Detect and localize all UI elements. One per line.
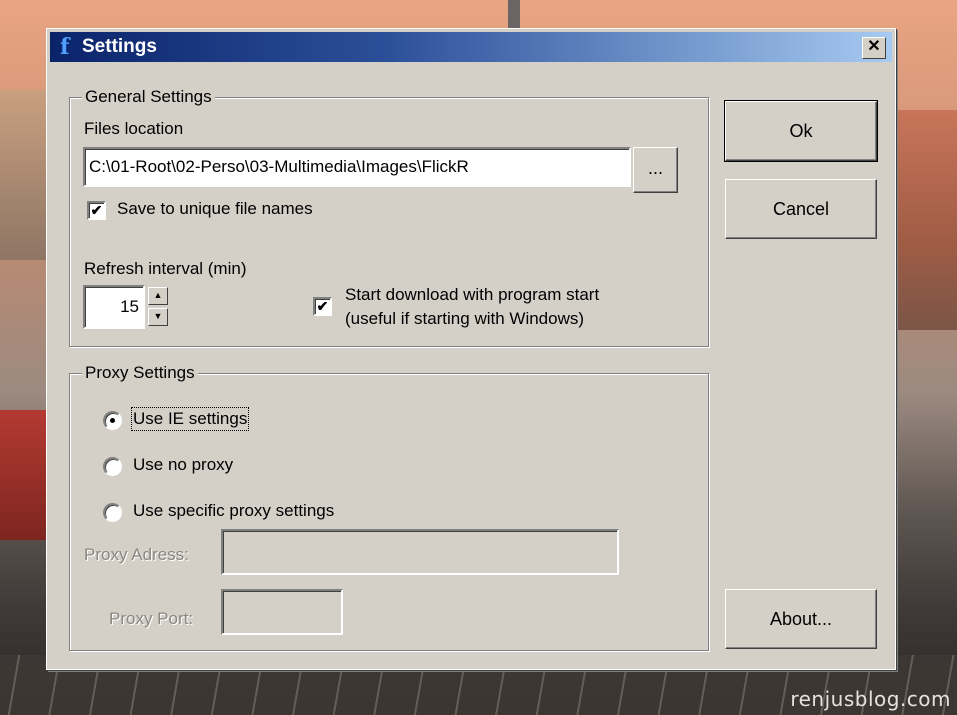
- unique-names-label: Save to unique file names: [117, 199, 313, 218]
- settings-dialog: f Settings ✕ General Settings Files loca…: [46, 28, 896, 670]
- refresh-interval-input[interactable]: 15: [83, 285, 145, 329]
- general-settings-label: General Settings: [82, 87, 215, 107]
- radio-use-specific-proxy[interactable]: [103, 503, 122, 522]
- files-location-label: Files location: [84, 119, 184, 138]
- spin-up-button[interactable]: ▲: [148, 287, 168, 305]
- proxy-settings-label: Proxy Settings: [82, 363, 198, 383]
- ok-button[interactable]: Ok: [724, 100, 878, 162]
- proxy-port-input[interactable]: [221, 589, 343, 635]
- use-specific-proxy-label: Use specific proxy settings: [133, 501, 335, 520]
- cancel-button[interactable]: Cancel: [725, 179, 877, 239]
- title-bar[interactable]: f Settings ✕: [50, 32, 892, 62]
- close-button[interactable]: ✕: [862, 37, 886, 59]
- proxy-address-label: Proxy Adress:: [84, 545, 189, 564]
- proxy-address-input[interactable]: [221, 529, 619, 575]
- radio-use-no-proxy[interactable]: [103, 457, 122, 476]
- radio-use-ie-settings[interactable]: [103, 411, 122, 430]
- refresh-interval-label: Refresh interval (min): [84, 259, 247, 278]
- watermark: renjusblog.com: [790, 687, 951, 711]
- start-download-label-line2: (useful if starting with Windows): [345, 309, 585, 328]
- spin-down-button[interactable]: ▼: [148, 308, 168, 326]
- files-location-input[interactable]: C:\01-Root\02-Perso\03-Multimedia\Images…: [83, 147, 631, 187]
- window-title: Settings: [82, 36, 157, 57]
- app-icon: f: [60, 34, 70, 60]
- background-railcar: [0, 410, 50, 540]
- refresh-interval-value: 15: [120, 297, 139, 316]
- use-no-proxy-label: Use no proxy: [133, 455, 234, 474]
- start-download-checkbox[interactable]: ✔: [313, 297, 332, 316]
- unique-names-checkbox[interactable]: ✔: [87, 201, 106, 220]
- start-download-label-line1: Start download with program start: [345, 285, 600, 304]
- proxy-port-label: Proxy Port:: [109, 609, 194, 628]
- browse-button[interactable]: ...: [633, 147, 678, 193]
- about-button[interactable]: About...: [725, 589, 877, 649]
- use-ie-settings-label: Use IE settings: [130, 407, 250, 431]
